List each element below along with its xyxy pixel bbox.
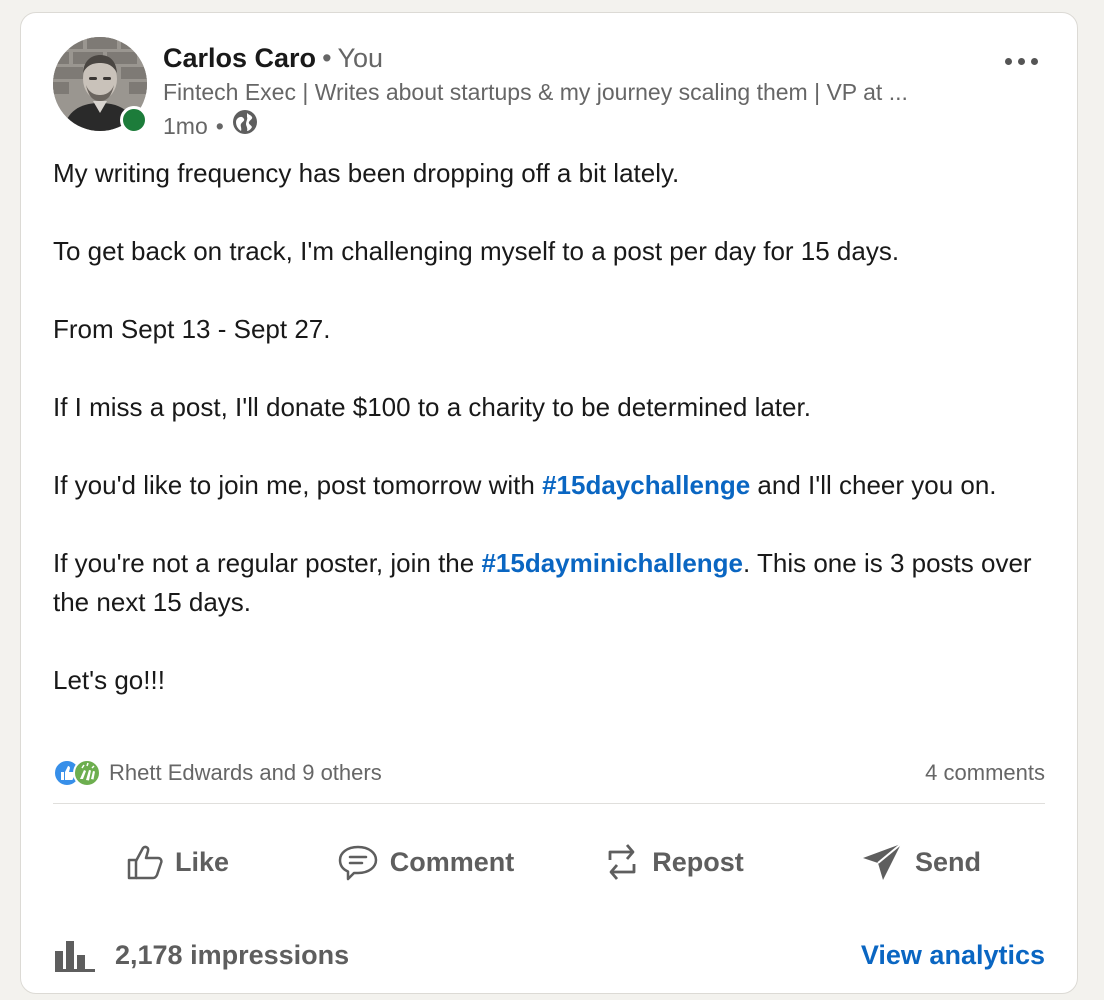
online-status-indicator: [120, 106, 148, 134]
post-meta: 1mo •: [163, 109, 258, 142]
reactions-summary[interactable]: Rhett Edwards and 9 others: [53, 759, 382, 787]
comments-count[interactable]: 4 comments: [925, 760, 1045, 786]
post-paragraph: Let's go!!!: [53, 665, 165, 695]
globe-icon: [232, 109, 258, 142]
reactions-label: Rhett Edwards and 9 others: [109, 760, 382, 785]
post-paragraph: My writing frequency has been dropping o…: [53, 158, 680, 188]
comment-button[interactable]: Comment: [301, 825, 549, 899]
post-paragraph: If you're not a regular poster, join the…: [53, 548, 1032, 617]
bar-chart-icon: [55, 941, 95, 972]
reaction-icons: [53, 759, 101, 787]
hashtag-link[interactable]: #15dayminichallenge: [481, 548, 743, 578]
author-separator: •: [322, 43, 332, 73]
thumbs-up-icon: [127, 845, 163, 880]
post-body: My writing frequency has been dropping o…: [53, 154, 1053, 700]
author-headline: Fintech Exec | Writes about startups & m…: [163, 79, 908, 105]
send-label: Send: [914, 846, 981, 877]
more-options-button[interactable]: [999, 49, 1043, 73]
post-paragraph: From Sept 13 - Sept 27.: [53, 314, 331, 344]
author-relation: You: [337, 43, 384, 73]
hashtag-link[interactable]: #15daychallenge: [542, 470, 750, 500]
action-bar: Like Comment Repost Send: [53, 825, 1045, 899]
like-button[interactable]: Like: [53, 825, 301, 899]
post-paragraph: To get back on track, I'm challenging my…: [53, 236, 900, 266]
post-header: Carlos Caro • You Fintech Exec | Writes ab…: [53, 37, 1049, 147]
impressions-summary: 2,178 impressions: [53, 937, 349, 973]
send-icon: [862, 843, 902, 880]
celebrate-reaction-icon: [73, 759, 101, 787]
author-line: Carlos Caro • You: [163, 41, 383, 75]
repost-icon: [608, 844, 636, 880]
repost-label: Repost: [652, 846, 744, 877]
post-paragraph: If you'd like to join me, post tomorrow …: [53, 470, 997, 500]
divider: [53, 803, 1045, 804]
author-avatar[interactable]: [53, 37, 148, 134]
comment-label: Comment: [389, 846, 515, 877]
view-analytics-link[interactable]: View analytics: [861, 940, 1045, 971]
comment-icon: [338, 845, 377, 881]
post-time[interactable]: 1mo: [163, 111, 208, 141]
post-paragraph: If I miss a post, I'll donate $100 to a …: [53, 392, 811, 422]
author-name[interactable]: Carlos Caro: [163, 43, 316, 73]
post-card: Carlos Caro • You Fintech Exec | Writes ab…: [20, 12, 1078, 994]
social-counts: Rhett Edwards and 9 others 4 comments: [53, 755, 1045, 791]
more-dot-icon: [1004, 57, 1012, 65]
meta-separator: •: [215, 112, 224, 139]
analytics-footer: 2,178 impressions View analytics: [53, 933, 1045, 977]
impressions-count: 2,178 impressions: [115, 939, 350, 970]
repost-button[interactable]: Repost: [549, 825, 797, 899]
like-label: Like: [174, 846, 230, 877]
more-dot-icon: [1030, 57, 1038, 65]
send-button[interactable]: Send: [797, 825, 1045, 899]
more-dot-icon: [1017, 57, 1025, 65]
